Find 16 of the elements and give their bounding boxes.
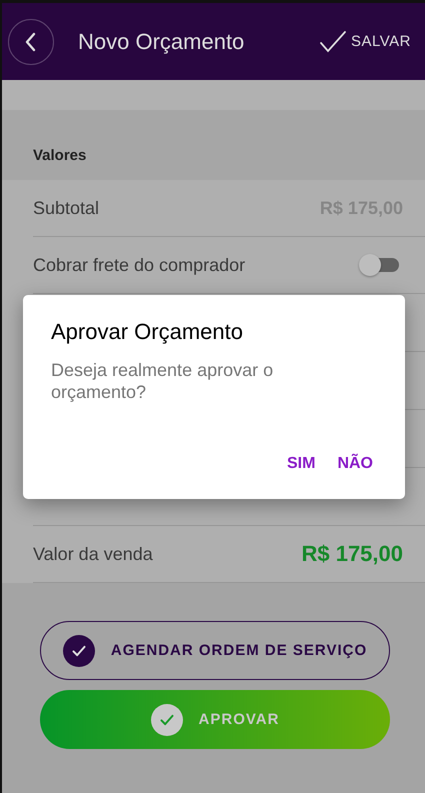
save-button[interactable]: SALVAR: [319, 28, 411, 54]
schedule-button[interactable]: AGENDAR ORDEM DE SERVIÇO: [40, 621, 390, 680]
row-label: Cobrar frete do comprador: [33, 254, 246, 276]
total-value: R$ 175,00: [301, 541, 403, 567]
check-icon: [62, 634, 95, 666]
screen-title: Novo Orçamento: [78, 28, 246, 54]
back-button[interactable]: [8, 18, 54, 64]
dialog-button[interactable]: NÃO: [333, 449, 377, 479]
check-icon: [150, 704, 183, 736]
check-icon: [319, 28, 348, 54]
dialog-message: Deseja realmente aprovar o orçamento?: [51, 359, 274, 403]
row-label: Subtotal: [33, 198, 100, 218]
dialog-title: Aprovar Orçamento: [51, 319, 244, 345]
section-title: Valores: [33, 147, 86, 164]
row-label: Valor da venda: [33, 544, 153, 564]
dialog-button[interactable]: SIM: [282, 449, 320, 479]
